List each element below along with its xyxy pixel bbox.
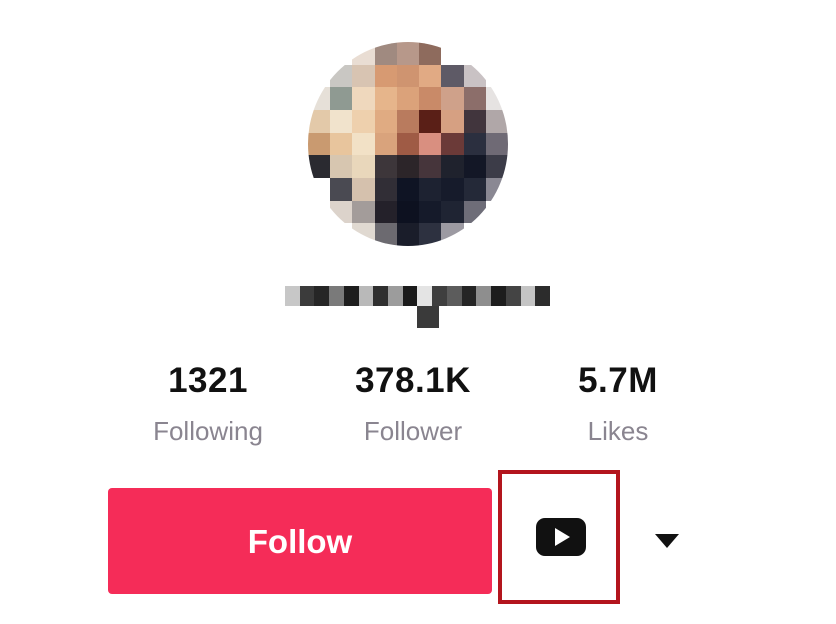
followers-count: 378.1K [355, 361, 471, 400]
following-count: 1321 [168, 361, 248, 400]
likes-label: Likes [587, 416, 649, 446]
username-obscured [285, 286, 550, 330]
stat-likes: 5.7M Likes [518, 356, 718, 448]
followers-label: Follower [363, 416, 463, 446]
triangle-down-icon [655, 534, 679, 548]
likes-count: 5.7M [578, 361, 658, 400]
pixelated-username-descender [417, 306, 439, 328]
pixelated-username [285, 286, 550, 306]
pixelated-avatar-image [308, 42, 508, 246]
follow-button[interactable]: Follow [108, 488, 492, 594]
stat-following[interactable]: 1321 Following [108, 356, 308, 448]
more-options-dropdown[interactable] [632, 488, 702, 594]
profile-stats: 1321 Following 378.1K Follower 5.7M Like… [108, 356, 728, 456]
avatar[interactable] [308, 42, 508, 246]
youtube-play-icon [536, 518, 586, 556]
stat-followers[interactable]: 378.1K Follower [313, 356, 513, 448]
following-label: Following [153, 416, 263, 446]
youtube-link-button[interactable] [508, 480, 614, 594]
